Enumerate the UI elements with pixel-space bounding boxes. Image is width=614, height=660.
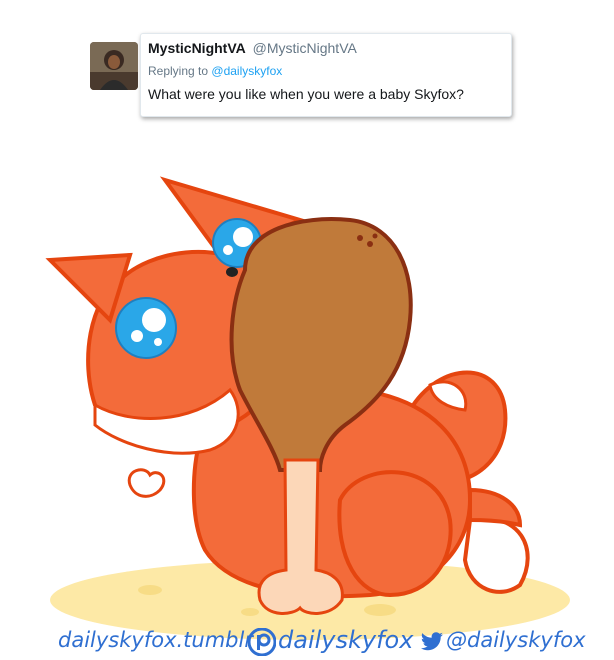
replying-prefix: Replying to (148, 64, 209, 78)
fox-front-paw (127, 468, 166, 498)
patreon-credit[interactable]: dailyskyfox (278, 626, 413, 654)
replying-to-link[interactable]: @dailyskyfox (211, 64, 282, 78)
avatar[interactable] (90, 42, 138, 90)
patreon-icon (248, 628, 276, 656)
user-handle[interactable]: @MysticNightVA (253, 40, 357, 56)
fox-illustration (45, 176, 570, 640)
tweet-text: What were you like when you were a baby … (148, 86, 464, 102)
tweet-card[interactable]: MysticNightVA @MysticNightVA Replying to… (90, 33, 512, 117)
fox-back-foot (462, 516, 530, 594)
twitter-credit[interactable]: @dailyskyfox (446, 628, 586, 652)
footer-credits: dailyskyfox.tumblr dailyskyfox @dailysky… (0, 626, 614, 660)
fox-hind-leg (337, 470, 453, 598)
tweet-body: MysticNightVA @MysticNightVA Replying to… (148, 40, 503, 102)
replying-to-line: Replying to @dailyskyfox (148, 64, 503, 78)
tweet-header: MysticNightVA @MysticNightVA (148, 40, 503, 56)
fox-nose (226, 267, 238, 277)
twitter-bird-icon (421, 632, 443, 651)
fox-eye-left (115, 297, 177, 359)
tumblr-credit[interactable]: dailyskyfox.tumblr (58, 628, 253, 652)
display-name[interactable]: MysticNightVA (148, 40, 246, 56)
